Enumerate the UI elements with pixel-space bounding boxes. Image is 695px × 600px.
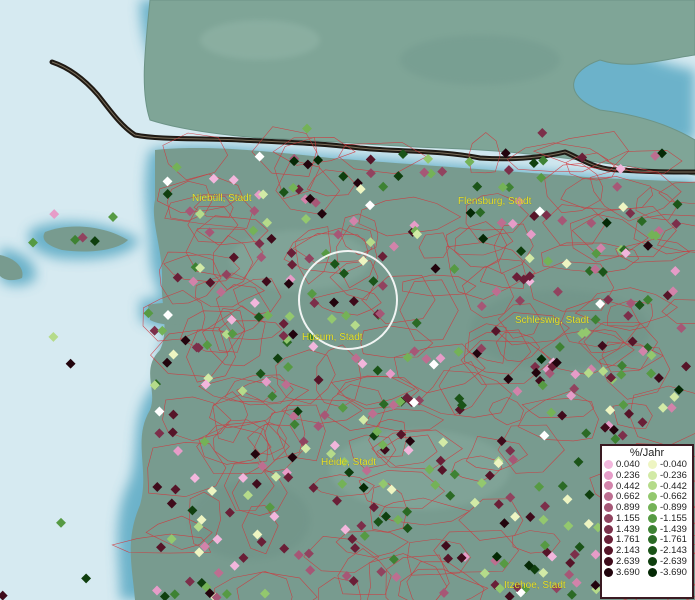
legend-item: -0.662 [648,491,692,502]
legend-swatch [648,459,657,469]
legend-item: 1.761 [604,534,648,545]
legend-negative-column: -0.040 -0.236 -0.442 -0.662 -0.899 -1.15… [648,459,692,578]
city-label-heide: Heide, Stadt [321,457,376,468]
legend-swatch [648,481,657,491]
legend-item: -2.639 [648,556,692,567]
legend-swatch [604,524,613,534]
city-label-husum: Husum, Stadt [302,332,363,343]
legend-item: -1.439 [648,524,692,535]
legend-item: 3.690 [604,567,648,578]
legend-swatch [648,470,657,480]
legend-swatch [648,492,657,502]
legend-swatch [648,503,657,513]
legend-swatch [604,503,613,513]
legend-item: 1.155 [604,513,648,524]
legend-item: -3.690 [648,567,692,578]
city-label-schleswig: Schleswig, Stadt [515,315,589,326]
legend-item: 0.040 [604,459,648,470]
legend-swatch [648,546,657,556]
legend-swatch [604,513,613,523]
legend-item: -1.155 [648,513,692,524]
map-legend: %/Jahr 0.040 0.236 0.442 0.662 0.899 1.1… [600,444,694,599]
legend-swatch [648,567,657,577]
legend-item: -0.236 [648,470,692,481]
legend-swatch [604,492,613,502]
legend-swatch [604,567,613,577]
legend-item: -0.899 [648,502,692,513]
legend-swatch [648,557,657,567]
legend-swatch [604,459,613,469]
legend-item: 0.662 [604,491,648,502]
legend-item: -2.143 [648,545,692,556]
legend-swatch [604,557,613,567]
legend-item: -1.761 [648,534,692,545]
legend-swatch [604,470,613,480]
city-label-itzehoe: Itzehoe, Stadt [504,580,566,591]
legend-swatch [648,524,657,534]
legend-item: 1.439 [604,524,648,535]
legend-item: 2.143 [604,545,648,556]
legend-swatch [604,546,613,556]
legend-item: -0.040 [648,459,692,470]
legend-positive-column: 0.040 0.236 0.442 0.662 0.899 1.155 1.43… [604,459,648,578]
legend-item: -0.442 [648,481,692,492]
map-canvas[interactable]: Niebüll, Stadt Flensburg, Stadt Schleswi… [0,0,695,600]
legend-swatch [604,535,613,545]
legend-item: 2.639 [604,556,648,567]
legend-title: %/Jahr [629,447,665,459]
legend-item: 0.236 [604,470,648,481]
legend-swatch [648,513,657,523]
legend-item: 0.899 [604,502,648,513]
city-label-niebuell: Niebüll, Stadt [192,193,252,204]
legend-item: 0.442 [604,481,648,492]
legend-swatch [604,481,613,491]
legend-swatch [648,535,657,545]
city-label-flensburg: Flensburg, Stadt [458,196,532,207]
